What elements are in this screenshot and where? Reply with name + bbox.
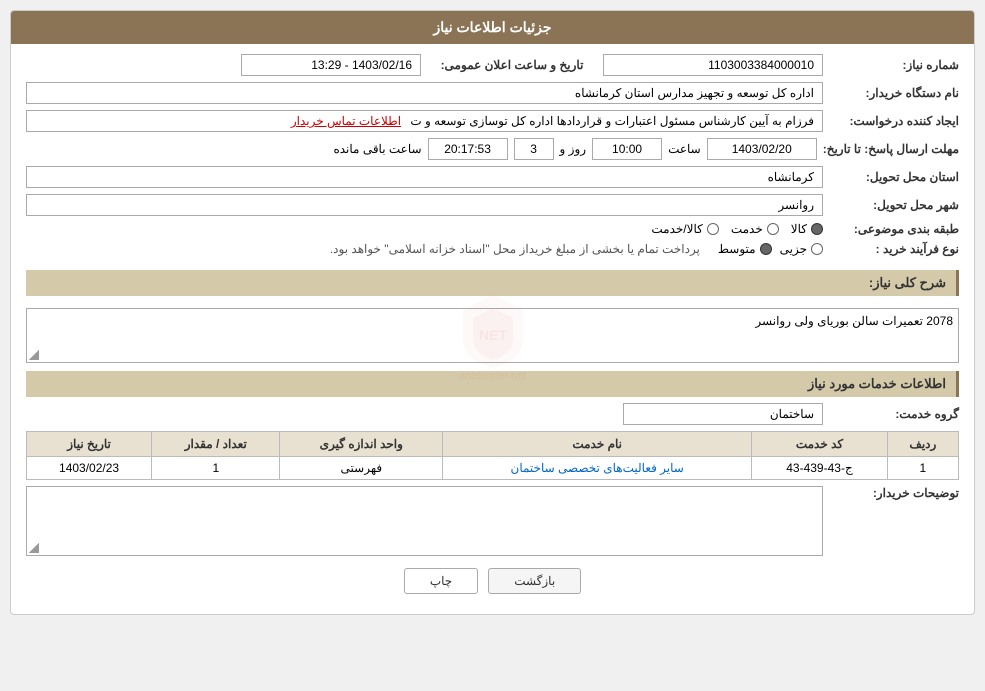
deadline-remaining: 20:17:53	[428, 138, 508, 160]
city-label: شهر محل تحویل:	[829, 198, 959, 212]
col-header-code: کد خدمت	[752, 432, 888, 457]
city-row: شهر محل تحویل: روانسر	[26, 194, 959, 216]
general-desc-section-title: شرح کلی نیاز:	[26, 262, 959, 302]
page-wrapper: جزئیات اطلاعات نیاز شماره نیاز: 11030033…	[0, 0, 985, 691]
process-selected-text: پرداخت تمام یا بخشی از مبلغ خریداز محل "…	[330, 242, 700, 256]
process-type-row: نوع فرآیند خرید : جزیی متوسط پرداخت تمام…	[26, 242, 959, 256]
buyer-org-label: نام دستگاه خریدار:	[829, 86, 959, 100]
table-header-row: ردیف کد خدمت نام خدمت واحد اندازه گیری ت…	[27, 432, 959, 457]
process-radio-jozii	[811, 243, 823, 255]
creator-row: ایجاد کننده درخواست: فرزام به آیین کارشن…	[26, 110, 959, 132]
province-label: استان محل تحویل:	[829, 170, 959, 184]
cell-code: ج-43-439-43	[752, 457, 888, 480]
category-row: طبقه بندی موضوعی: کالا خدمت کالا/خدمت	[26, 222, 959, 236]
deadline-time-label: ساعت	[668, 142, 701, 156]
general-desc-area: 2078 تعمیرات سالن بوریای ولی روانسر NET …	[26, 308, 959, 363]
creator-link[interactable]: اطلاعات تماس خریدار	[291, 114, 401, 128]
deadline-days-label: روز و	[560, 142, 587, 156]
buyer-desc-label: توضیحات خریدار:	[829, 486, 959, 500]
buyer-desc-resize-handle[interactable]	[29, 543, 39, 553]
process-radio-motavasset	[760, 243, 772, 255]
deadline-time: 10:00	[592, 138, 662, 160]
creator-label: ایجاد کننده درخواست:	[829, 114, 959, 128]
deadline-row: مهلت ارسال پاسخ: تا تاریخ: 1403/02/20 سا…	[26, 138, 959, 160]
category-label: طبقه بندی موضوعی:	[829, 222, 959, 236]
deadline-days: 3	[514, 138, 554, 160]
buyer-org-row: نام دستگاه خریدار: اداره کل توسعه و تجهی…	[26, 82, 959, 104]
deadline-label: مهلت ارسال پاسخ: تا تاریخ:	[823, 142, 959, 156]
cell-row: 1	[887, 457, 958, 480]
category-label-khedmat: خدمت	[731, 222, 763, 236]
col-header-qty: تعداد / مقدار	[152, 432, 280, 457]
process-options: جزیی متوسط پرداخت تمام یا بخشی از مبلغ خ…	[330, 242, 823, 256]
card-body: شماره نیاز: 1103003384000010 تاریخ و ساع…	[11, 44, 974, 614]
main-card: جزئیات اطلاعات نیاز شماره نیاز: 11030033…	[10, 10, 975, 615]
page-title: جزئیات اطلاعات نیاز	[433, 19, 551, 35]
table-body: 1 ج-43-439-43 سایر فعالیت‌های تخصصی ساخت…	[27, 457, 959, 480]
announce-datetime-value: 1403/02/16 - 13:29	[241, 54, 421, 76]
col-header-name: نام خدمت	[443, 432, 752, 457]
watermark-area: NET anatender.net	[458, 290, 528, 382]
creator-text: فرزام به آیین کارشناس مسئول اعتبارات و ق…	[410, 114, 814, 128]
col-header-unit: واحد اندازه گیری	[280, 432, 443, 457]
service-group-row: گروه خدمت: ساختمان	[26, 403, 959, 425]
category-label-kala-khedmat: کالا/خدمت	[651, 222, 702, 236]
cell-unit: فهرستی	[280, 457, 443, 480]
table-header: ردیف کد خدمت نام خدمت واحد اندازه گیری ت…	[27, 432, 959, 457]
need-number-value: 1103003384000010	[603, 54, 823, 76]
announce-datetime-label: تاریخ و ساعت اعلان عمومی:	[427, 58, 597, 72]
category-radio-kala	[811, 223, 823, 235]
buyer-org-value: اداره کل توسعه و تجهیز مدارس استان کرمان…	[26, 82, 823, 104]
process-label-motavasset: متوسط	[718, 242, 756, 256]
table-row: 1 ج-43-439-43 سایر فعالیت‌های تخصصی ساخت…	[27, 457, 959, 480]
process-option-motavasset[interactable]: متوسط	[718, 242, 772, 256]
creator-value: فرزام به آیین کارشناس مسئول اعتبارات و ق…	[26, 110, 823, 132]
deadline-date: 1403/02/20	[707, 138, 817, 160]
cell-name[interactable]: سایر فعالیت‌های تخصصی ساختمان	[443, 457, 752, 480]
category-label-kala: کالا	[791, 222, 807, 236]
process-label: نوع فرآیند خرید :	[829, 242, 959, 256]
province-value: کرمانشاه	[26, 166, 823, 188]
province-row: استان محل تحویل: کرمانشاه	[26, 166, 959, 188]
back-button[interactable]: بازگشت	[488, 568, 581, 594]
city-value: روانسر	[26, 194, 823, 216]
services-table: ردیف کد خدمت نام خدمت واحد اندازه گیری ت…	[26, 431, 959, 480]
need-number-row: شماره نیاز: 1103003384000010 تاریخ و ساع…	[26, 54, 959, 76]
category-radio-khedmat	[767, 223, 779, 235]
process-label-jozii: جزیی	[780, 242, 807, 256]
category-option-kala-khedmat[interactable]: کالا/خدمت	[651, 222, 718, 236]
general-desc-title: شرح کلی نیاز:	[26, 270, 959, 296]
col-header-row: ردیف	[887, 432, 958, 457]
services-section-title: اطلاعات خدمات مورد نیاز	[26, 371, 959, 397]
cell-date: 1403/02/23	[27, 457, 152, 480]
category-radio-kala-khedmat	[707, 223, 719, 235]
resize-handle[interactable]	[29, 350, 39, 360]
process-option-jozii[interactable]: جزیی	[780, 242, 823, 256]
category-option-khedmat[interactable]: خدمت	[731, 222, 779, 236]
col-header-date: تاریخ نیاز	[27, 432, 152, 457]
service-group-value: ساختمان	[623, 403, 823, 425]
card-header: جزئیات اطلاعات نیاز	[11, 11, 974, 44]
process-option-row1: جزیی متوسط پرداخت تمام یا بخشی از مبلغ خ…	[330, 242, 823, 256]
cell-qty: 1	[152, 457, 280, 480]
need-number-label: شماره نیاز:	[829, 58, 959, 72]
service-group-label: گروه خدمت:	[829, 407, 959, 421]
deadline-remaining-label: ساعت باقی مانده	[333, 142, 421, 156]
category-radio-group: کالا خدمت کالا/خدمت	[651, 222, 823, 236]
buyer-desc-box	[26, 486, 823, 556]
category-option-kala[interactable]: کالا	[791, 222, 823, 236]
bottom-buttons: بازگشت چاپ	[26, 568, 959, 604]
general-desc-value: 2078 تعمیرات سالن بوریای ولی روانسر NET …	[26, 308, 959, 363]
svg-text:NET: NET	[479, 327, 507, 343]
buyer-desc-row: توضیحات خریدار:	[26, 486, 959, 556]
print-button[interactable]: چاپ	[404, 568, 478, 594]
